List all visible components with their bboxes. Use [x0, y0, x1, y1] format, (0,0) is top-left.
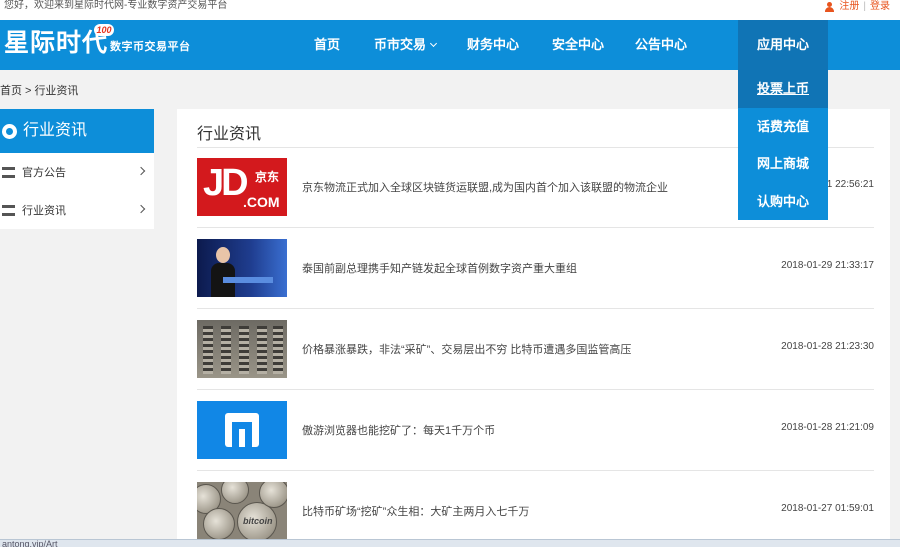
nav-apps[interactable]: 应用中心 [738, 20, 828, 70]
register-link[interactable]: 注册 [839, 1, 859, 13]
speaker-figure [211, 247, 235, 297]
news-title[interactable]: 傲游浏览器也能挖矿了：每天1千万个币 [302, 422, 495, 438]
news-item[interactable]: bitcoin 比特币矿场“挖矿”众生相：大矿主两月入七千万 2018-01-2… [197, 471, 874, 547]
list-icon [2, 204, 15, 216]
news-title[interactable]: 泰国前副总理携手知产链发起全球首例数字资产重大重组 [302, 260, 577, 276]
main-navbar: 星际时代 100 数字币交易平台 首页 币市交易 财务中心 安全中心 公告中心 … [0, 20, 900, 70]
auth-links: 注册 | 登录 [825, 1, 890, 13]
auth-separator: | [863, 1, 866, 12]
mining-rack [203, 326, 213, 374]
chevron-down-icon [429, 39, 438, 48]
jd-logo-com: .COM [243, 194, 280, 210]
welcome-text: 您好，欢迎来到星际时代网-专业数字资产交易平台 [4, 0, 228, 11]
sidebar-header: 行业资讯 [0, 109, 154, 153]
apps-dropdown: 投票上币 话费充值 网上商城 认购中心 [738, 70, 828, 220]
brand-logo[interactable]: 星际时代 100 数字币交易平台 [4, 24, 191, 58]
nav-home[interactable]: 首页 [304, 20, 350, 70]
login-link[interactable]: 登录 [870, 1, 890, 13]
dropdown-item-vote-listing[interactable]: 投票上币 [738, 70, 828, 108]
breadcrumb: 首页 > 行业资讯 [0, 82, 78, 98]
news-thumbnail[interactable] [197, 320, 287, 378]
news-item[interactable]: 傲游浏览器也能挖矿了：每天1千万个币 2018-01-28 21:21:09 [197, 390, 874, 471]
chevron-right-icon [136, 166, 146, 176]
dropdown-item-subscription[interactable]: 认购中心 [738, 183, 828, 221]
mining-rack [239, 326, 249, 374]
maxthon-logo-icon [225, 413, 259, 447]
mining-rack [273, 326, 283, 374]
news-title[interactable]: 价格暴涨暴跌，非法“采矿”、交易层出不穷 比特币遭遇多国监管高压 [302, 341, 631, 357]
podium-shape [223, 277, 273, 283]
bitcoin-coin-icon [259, 482, 287, 508]
page-title: 行业资讯 [197, 126, 262, 143]
sidebar-title: 行业资讯 [23, 122, 88, 139]
sidebar-item-industry-news[interactable]: 行业资讯 [0, 191, 154, 229]
list-icon [2, 166, 15, 178]
news-date: 2018-01-29 21:33:17 [781, 260, 874, 271]
chevron-right-icon [136, 204, 146, 214]
nav-finance[interactable]: 财务中心 [457, 20, 529, 70]
news-date: 2018-01-27 01:59:01 [781, 503, 874, 514]
nav-trade[interactable]: 币市交易 [364, 20, 446, 70]
news-thumbnail[interactable] [197, 401, 287, 459]
breadcrumb-sep: > [25, 85, 32, 97]
brand-badge: 100 [94, 24, 114, 36]
jd-logo-text: JD [203, 162, 249, 204]
sidebar-item-label: 行业资讯 [22, 205, 66, 217]
breadcrumb-home[interactable]: 首页 [0, 85, 22, 97]
nav-notice[interactable]: 公告中心 [625, 20, 697, 70]
bitcoin-coin-icon [203, 508, 235, 540]
news-date: 2018-01-28 21:21:09 [781, 422, 874, 433]
lifebuoy-icon [2, 123, 17, 139]
news-thumbnail[interactable]: JD 京东 .COM [197, 158, 287, 216]
sidebar-item-label: 官方公告 [22, 167, 66, 179]
news-date: 2018-01-28 21:23:30 [781, 341, 874, 352]
news-thumbnail[interactable]: bitcoin [197, 482, 287, 540]
mining-rack [257, 326, 267, 374]
sidebar-item-official-notice[interactable]: 官方公告 [0, 153, 154, 191]
user-icon [825, 2, 835, 12]
top-bar: 您好，欢迎来到星际时代网-专业数字资产交易平台 注册 | 登录 [0, 0, 900, 20]
nav-trade-label: 币市交易 [374, 37, 427, 52]
breadcrumb-current: 行业资讯 [34, 85, 79, 97]
brand-tagline: 数字币交易平台 [110, 41, 191, 53]
news-item[interactable]: 泰国前副总理携手知产链发起全球首例数字资产重大重组 2018-01-29 21:… [197, 228, 874, 309]
coin-text: bitcoin [243, 516, 273, 526]
dropdown-item-online-mall[interactable]: 网上商城 [738, 145, 828, 183]
brand-name: 星际时代 [4, 28, 109, 57]
browser-status-bar: antong.vip/Art [0, 539, 900, 547]
news-title[interactable]: 京东物流正式加入全球区块链货运联盟,成为国内首个加入该联盟的物流企业 [302, 179, 668, 195]
bitcoin-coin-icon [221, 482, 249, 504]
status-url: antong.vip/Art [2, 539, 58, 547]
jd-logo-cn: 京东 [255, 170, 280, 184]
dropdown-item-phone-recharge[interactable]: 话费充值 [738, 108, 828, 146]
news-item[interactable]: 价格暴涨暴跌，非法“采矿”、交易层出不穷 比特币遭遇多国监管高压 2018-01… [197, 309, 874, 390]
news-thumbnail[interactable] [197, 239, 287, 297]
news-title[interactable]: 比特币矿场“挖矿”众生相：大矿主两月入七千万 [302, 503, 529, 519]
mining-rack [221, 326, 231, 374]
sidebar: 行业资讯 官方公告 行业资讯 [0, 109, 154, 229]
nav-security[interactable]: 安全中心 [542, 20, 614, 70]
